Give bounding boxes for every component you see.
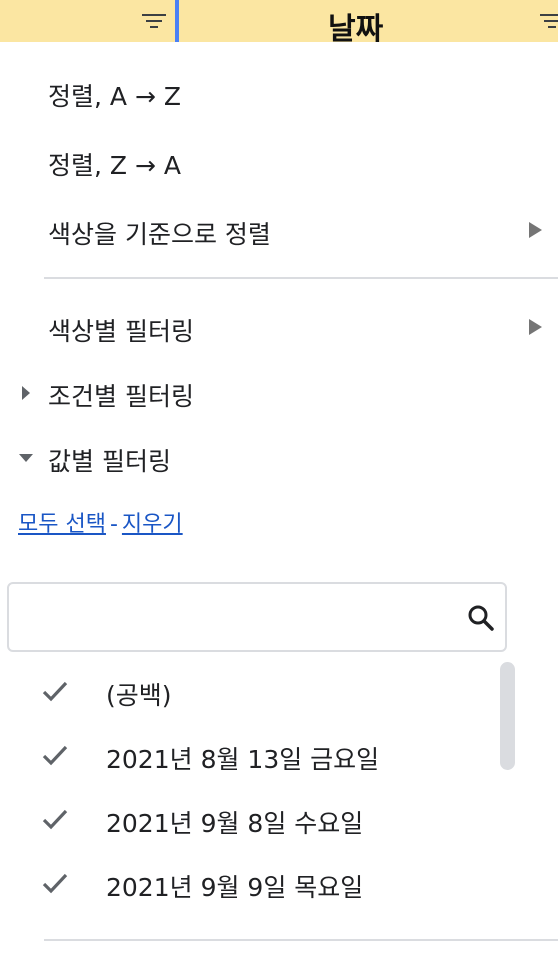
sort-by-color-label: 색상을 기준으로 정렬 xyxy=(48,220,271,249)
sort-z-to-a-label: 정렬, Z → A xyxy=(48,151,181,180)
sort-a-to-z-label: 정렬, A → Z xyxy=(48,82,181,111)
link-separator: - xyxy=(109,512,118,537)
value-label: (공백) xyxy=(106,681,172,710)
value-item[interactable]: (공백) xyxy=(0,662,500,722)
checkmark-icon[interactable] xyxy=(42,872,68,898)
menu-divider xyxy=(44,277,558,279)
filter-by-values-label: 값별 필터링 xyxy=(48,447,171,476)
sort-by-color-item[interactable]: 색상을 기준으로 정렬 xyxy=(0,205,558,255)
clear-link[interactable]: 지우기 xyxy=(122,512,183,537)
submenu-arrow-icon xyxy=(529,319,542,335)
filter-icon[interactable] xyxy=(142,14,166,34)
sort-a-to-z-item[interactable]: 정렬, A → Z xyxy=(0,67,558,117)
collapse-down-icon xyxy=(19,454,33,462)
column-title: 날짜 xyxy=(328,12,384,42)
value-item[interactable]: 2021년 9월 9일 목요일 xyxy=(0,854,500,914)
menu-divider xyxy=(44,939,558,941)
expand-right-icon xyxy=(22,386,30,400)
submenu-arrow-icon xyxy=(529,222,542,238)
checkmark-icon[interactable] xyxy=(42,808,68,834)
filter-by-color-label: 색상별 필터링 xyxy=(48,317,194,346)
filter-icon[interactable] xyxy=(540,14,558,34)
column-divider[interactable] xyxy=(175,0,179,42)
filter-by-color-item[interactable]: 색상별 필터링 xyxy=(0,302,558,352)
column-header-strip: 날짜 xyxy=(0,0,558,42)
sort-z-to-a-item[interactable]: 정렬, Z → A xyxy=(0,136,558,186)
value-item[interactable]: 2021년 8월 13일 금요일 xyxy=(0,726,500,786)
checkmark-icon[interactable] xyxy=(42,680,68,706)
value-search-input[interactable] xyxy=(21,596,455,640)
filter-by-values-toggle[interactable]: 값별 필터링 xyxy=(0,434,558,480)
value-label: 2021년 9월 8일 수요일 xyxy=(106,809,364,838)
filter-by-condition-label: 조건별 필터링 xyxy=(48,382,194,411)
filter-by-condition-toggle[interactable]: 조건별 필터링 xyxy=(0,369,558,415)
select-all-link[interactable]: 모두 선택 xyxy=(18,512,106,537)
value-checklist: (공백) 2021년 8월 13일 금요일 2021년 9월 8일 수요일 20… xyxy=(0,662,558,934)
select-clear-links: 모두 선택 - 지우기 xyxy=(18,506,183,538)
scrollbar-thumb[interactable] xyxy=(500,662,515,770)
search-icon[interactable] xyxy=(467,604,495,636)
checkmark-icon[interactable] xyxy=(42,744,68,770)
value-search-box[interactable] xyxy=(7,582,507,652)
value-item[interactable]: 2021년 9월 8일 수요일 xyxy=(0,790,500,850)
value-label: 2021년 8월 13일 금요일 xyxy=(106,745,380,774)
value-label: 2021년 9월 9일 목요일 xyxy=(106,873,364,902)
